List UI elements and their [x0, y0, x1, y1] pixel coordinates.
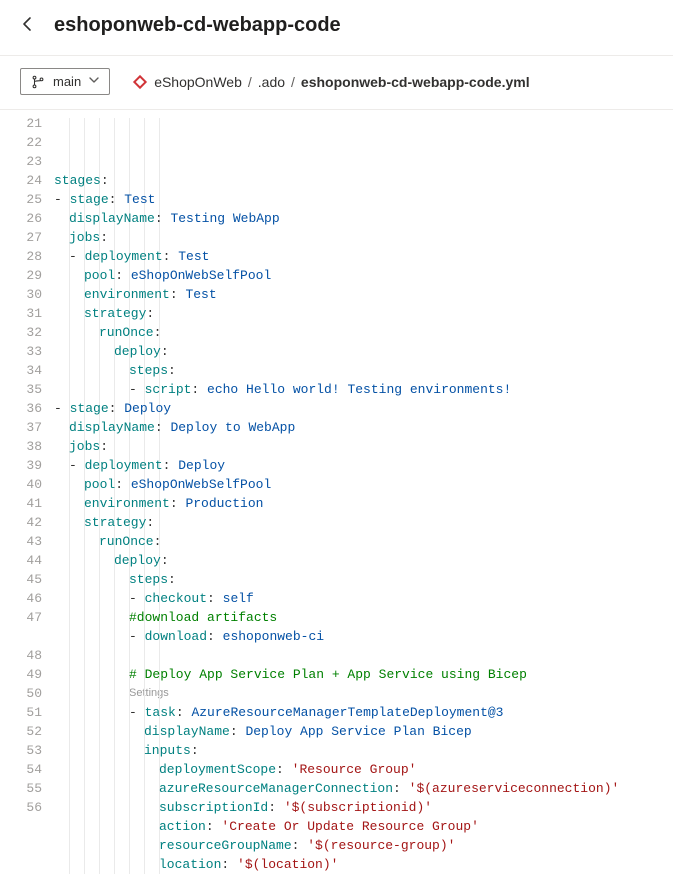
code-line: - task: AzureResourceManagerTemplateDepl… — [54, 703, 673, 722]
branch-selector[interactable]: main — [20, 68, 110, 95]
line-number: 30 — [0, 285, 42, 304]
line-number: 43 — [0, 532, 42, 551]
code-line: - script: echo Hello world! Testing envi… — [54, 380, 673, 399]
repo-icon — [132, 74, 148, 90]
code-line: - stage: Test — [54, 190, 673, 209]
code-line: displayName: Deploy to WebApp — [54, 418, 673, 437]
code-line: inputs: — [54, 741, 673, 760]
line-number: 56 — [0, 798, 42, 817]
page-title: eshoponweb-cd-webapp-code — [54, 14, 341, 37]
code-line: jobs: — [54, 437, 673, 456]
line-number: 47 — [0, 608, 42, 627]
line-number: 54 — [0, 760, 42, 779]
code-line: location: '$(location)' — [54, 855, 673, 874]
code-line: - stage: Deploy — [54, 399, 673, 418]
code-line: steps: — [54, 570, 673, 589]
code-line: displayName: Deploy App Service Plan Bic… — [54, 722, 673, 741]
line-number — [0, 627, 42, 646]
line-number: 46 — [0, 589, 42, 608]
line-number: 26 — [0, 209, 42, 228]
line-number: 51 — [0, 703, 42, 722]
line-number: 23 — [0, 152, 42, 171]
line-number: 38 — [0, 437, 42, 456]
code-line: steps: — [54, 361, 673, 380]
line-number: 29 — [0, 266, 42, 285]
code-line — [54, 646, 673, 665]
line-number: 41 — [0, 494, 42, 513]
code-line: pool: eShopOnWebSelfPool — [54, 266, 673, 285]
page-header: eshoponweb-cd-webapp-code — [0, 0, 673, 55]
gutter: 2122232425262728293031323334353637383940… — [0, 114, 54, 874]
code-line: stages: — [54, 171, 673, 190]
line-number: 49 — [0, 665, 42, 684]
codelens[interactable]: Settings — [54, 684, 673, 703]
toolbar: main eShopOnWeb / .ado / eshoponweb-cd-w… — [0, 56, 673, 109]
breadcrumb-folder[interactable]: .ado — [258, 74, 285, 90]
line-number: 22 — [0, 133, 42, 152]
line-number: 45 — [0, 570, 42, 589]
code-area[interactable]: stages:- stage: TestdisplayName: Testing… — [54, 114, 673, 874]
line-number: 53 — [0, 741, 42, 760]
breadcrumb-file[interactable]: eshoponweb-cd-webapp-code.yml — [301, 74, 530, 90]
code-line: subscriptionId: '$(subscriptionid)' — [54, 798, 673, 817]
branch-icon — [31, 75, 45, 89]
back-arrow-icon[interactable] — [20, 16, 36, 35]
code-line: strategy: — [54, 513, 673, 532]
code-line: azureResourceManagerConnection: '$(azure… — [54, 779, 673, 798]
line-number: 25 — [0, 190, 42, 209]
code-line: deploymentScope: 'Resource Group' — [54, 760, 673, 779]
line-number: 27 — [0, 228, 42, 247]
code-line: displayName: Testing WebApp — [54, 209, 673, 228]
branch-label: main — [53, 74, 81, 89]
line-number: 33 — [0, 342, 42, 361]
code-line: - deployment: Deploy — [54, 456, 673, 475]
line-number: 36 — [0, 399, 42, 418]
breadcrumb: eShopOnWeb / .ado / eshoponweb-cd-webapp… — [132, 74, 529, 90]
line-number: 28 — [0, 247, 42, 266]
code-line: - deployment: Test — [54, 247, 673, 266]
line-number: 24 — [0, 171, 42, 190]
code-line: deploy: — [54, 551, 673, 570]
line-number: 50 — [0, 684, 42, 703]
code-line: environment: Production — [54, 494, 673, 513]
code-line: # Deploy App Service Plan + App Service … — [54, 665, 673, 684]
code-line: jobs: — [54, 228, 673, 247]
breadcrumb-sep: / — [248, 74, 252, 90]
code-line: #download artifacts — [54, 608, 673, 627]
line-number: 44 — [0, 551, 42, 570]
line-number: 32 — [0, 323, 42, 342]
line-number: 37 — [0, 418, 42, 437]
code-line: deploy: — [54, 342, 673, 361]
code-line: runOnce: — [54, 532, 673, 551]
code-editor[interactable]: 2122232425262728293031323334353637383940… — [0, 109, 673, 874]
breadcrumb-sep: / — [291, 74, 295, 90]
line-number: 42 — [0, 513, 42, 532]
code-line: - checkout: self — [54, 589, 673, 608]
code-line: - download: eshoponweb-ci — [54, 627, 673, 646]
line-number: 40 — [0, 475, 42, 494]
code-line: pool: eShopOnWebSelfPool — [54, 475, 673, 494]
code-line: action: 'Create Or Update Resource Group… — [54, 817, 673, 836]
code-line: strategy: — [54, 304, 673, 323]
line-number: 55 — [0, 779, 42, 798]
line-number: 48 — [0, 646, 42, 665]
line-number: 34 — [0, 361, 42, 380]
line-number: 39 — [0, 456, 42, 475]
line-number: 52 — [0, 722, 42, 741]
code-line: runOnce: — [54, 323, 673, 342]
line-number: 31 — [0, 304, 42, 323]
breadcrumb-repo[interactable]: eShopOnWeb — [154, 74, 242, 90]
chevron-down-icon — [89, 75, 99, 88]
code-line: environment: Test — [54, 285, 673, 304]
line-number: 35 — [0, 380, 42, 399]
line-number: 21 — [0, 114, 42, 133]
